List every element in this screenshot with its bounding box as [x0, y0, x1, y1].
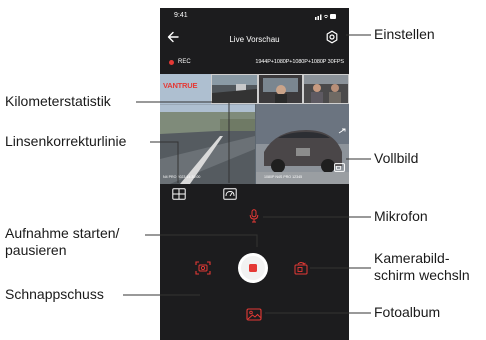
interior-camera-view — [303, 74, 349, 104]
callout-microphone: Mikrofon — [374, 208, 428, 224]
rear-camera-view — [258, 74, 303, 104]
status-icons — [315, 14, 336, 20]
camera-switch-icon[interactable] — [293, 261, 309, 275]
side-camera-stamp: 1080P N4S PRO 12345 — [264, 175, 303, 179]
camera-snapshot-icon[interactable] — [195, 261, 211, 275]
brand-watermark: VANTRUE — [163, 81, 198, 90]
microphone-icon[interactable] — [249, 209, 259, 223]
screen-title: Live Vorschau — [229, 35, 280, 44]
callout-record-line2: pausieren — [5, 242, 67, 258]
rec-dot-icon — [169, 60, 174, 65]
record-button[interactable] — [238, 253, 268, 283]
callout-switch-line1: Kamerabild- — [374, 250, 450, 266]
cabin-camera-view — [211, 74, 258, 104]
recording-status: REC 1944P+1080P+1080P+1080P 30FPS — [160, 58, 349, 68]
callout-switch-line2: schirm wechsln — [374, 267, 470, 283]
callout-settings: Einstellen — [374, 26, 435, 42]
camera-preview[interactable]: VANTRUE N4 PRO 2023 14:30:00 1080P N4S P… — [160, 74, 349, 184]
photo-album-icon[interactable] — [246, 308, 262, 321]
nav-bar: Live Vorschau — [160, 26, 349, 52]
phone-screen: 9:41 Live Vorschau REC 1944P+1080P+1080P… — [160, 8, 349, 340]
front-camera-stamp: N4 PRO 2023 14:30:00 — [163, 175, 201, 179]
callout-km-stats: Kilometerstatistik — [5, 93, 111, 109]
callout-lens-line: Linsenkorrekturlinie — [5, 133, 127, 149]
callout-record-line1: Aufnahme starten/ — [5, 225, 120, 241]
callout-snapshot: Schnappschuss — [5, 286, 104, 302]
status-bar: 9:41 — [160, 8, 349, 26]
gear-icon[interactable] — [325, 30, 339, 44]
shrink-icon — [338, 128, 346, 134]
rec-label: REC — [178, 59, 191, 65]
speedometer-icon[interactable] — [223, 188, 237, 200]
resolution-info: 1944P+1080P+1080P+1080P 30FPS — [255, 59, 344, 65]
status-time: 9:41 — [174, 12, 188, 19]
callout-fullscreen: Vollbild — [374, 150, 419, 166]
grid-icon[interactable] — [172, 188, 186, 200]
callout-album: Fotoalbum — [374, 304, 441, 320]
fullscreen-icon[interactable] — [334, 163, 345, 172]
record-button-inner — [241, 256, 265, 280]
record-stop-icon — [249, 264, 257, 272]
